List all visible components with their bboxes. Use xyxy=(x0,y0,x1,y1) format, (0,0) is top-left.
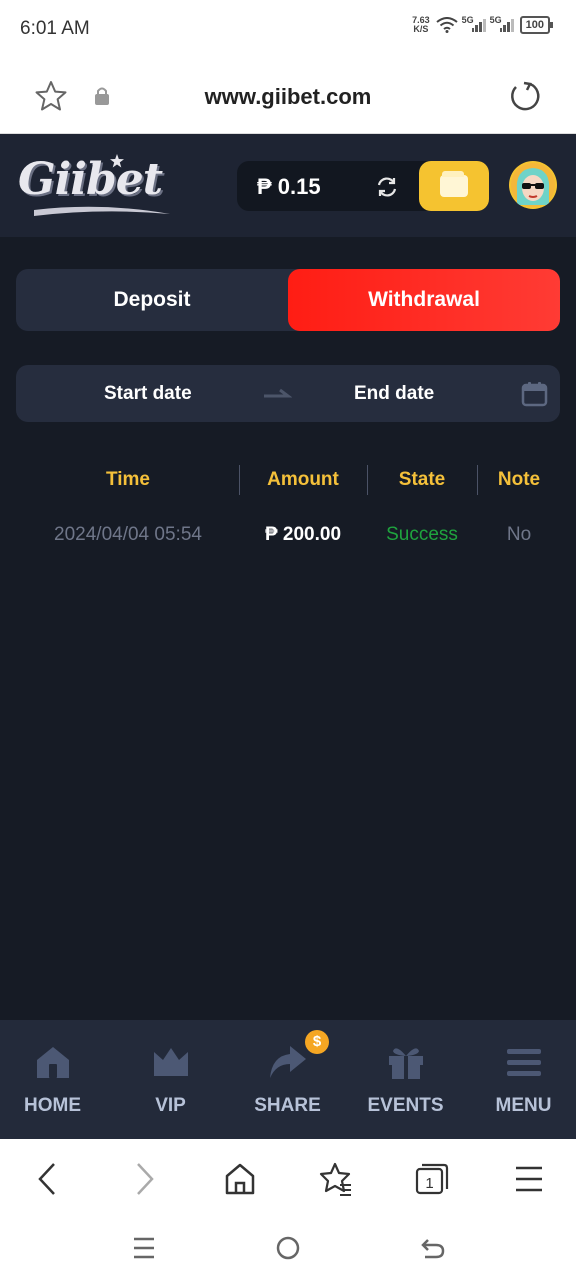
signal-icon-2: 5G xyxy=(489,15,514,32)
transaction-type-tabs: Deposit Withdrawal xyxy=(16,269,560,331)
share-icon xyxy=(270,1046,306,1078)
row-time: 2024/04/04 05:54 xyxy=(54,524,202,545)
home-icon[interactable] xyxy=(224,1161,256,1197)
row-amount: ₱ 200.00 xyxy=(264,524,342,545)
logo-star-icon xyxy=(110,154,124,168)
browser-url-bar: www.giibet.com xyxy=(0,58,576,134)
table-row: 2024/04/04 05:54 ₱ 200.00 Success No xyxy=(0,515,576,555)
date-range-picker: Start date End date xyxy=(16,365,560,422)
net-speed: 7.63 K/S xyxy=(412,16,430,34)
nav-label-share: SHARE xyxy=(254,1095,321,1116)
nav-item-vip[interactable]: VIP xyxy=(113,1020,228,1139)
gift-icon xyxy=(389,1048,423,1079)
home-button-icon[interactable] xyxy=(275,1235,301,1261)
nav-label-events: EVENTS xyxy=(367,1095,444,1116)
nav-label-menu: MENU xyxy=(495,1095,552,1116)
column-header-time: Time xyxy=(105,469,150,490)
menu-icon[interactable] xyxy=(514,1161,544,1197)
logo-swoosh xyxy=(34,206,170,216)
wallet-button[interactable] xyxy=(419,161,489,211)
signal-2-label: 5G xyxy=(489,15,502,25)
signal-1-label: 5G xyxy=(461,15,474,25)
net-speed-unit: K/S xyxy=(413,24,429,34)
site-header: Giibet ₱ 0.15 xyxy=(0,134,576,237)
nav-label-vip: VIP xyxy=(155,1095,186,1116)
recent-apps-icon[interactable] xyxy=(132,1235,156,1261)
avatar-image xyxy=(511,163,555,207)
table-header: Time Amount State Note xyxy=(0,462,576,498)
nav-label-home: HOME xyxy=(24,1095,81,1116)
balance-amount: ₱ 0.15 xyxy=(257,174,321,199)
system-back-icon[interactable] xyxy=(420,1235,446,1261)
back-icon[interactable] xyxy=(34,1161,60,1197)
arrow-right-icon xyxy=(264,388,292,398)
tab-withdrawal[interactable]: Withdrawal xyxy=(288,269,560,331)
column-header-amount: Amount xyxy=(267,469,339,490)
forward-icon[interactable] xyxy=(132,1161,158,1197)
end-date-field[interactable]: End date xyxy=(354,365,434,422)
status-time: 6:01 AM xyxy=(20,18,90,39)
nav-item-menu[interactable]: MENU xyxy=(466,1020,576,1139)
tabs-icon[interactable]: 1 xyxy=(414,1161,450,1197)
bottom-nav: HOME VIP SHARE EVENTS MENU xyxy=(0,1020,576,1139)
balance-box: ₱ 0.15 xyxy=(237,161,489,211)
column-divider xyxy=(367,465,368,495)
status-icons: 7.63 K/S 5G 5G 100 xyxy=(412,15,554,34)
wallet-icon xyxy=(440,171,468,197)
crown-icon xyxy=(154,1048,188,1076)
system-nav-bar xyxy=(0,1219,576,1280)
coin-badge: $ xyxy=(305,1030,329,1054)
nav-item-home[interactable]: HOME xyxy=(0,1020,110,1139)
calendar-icon[interactable] xyxy=(521,381,548,407)
refresh-balance-icon[interactable] xyxy=(375,175,399,199)
nav-item-events[interactable]: EVENTS xyxy=(348,1020,463,1139)
column-header-state: State xyxy=(398,469,446,490)
status-bar: 6:01 AM 7.63 K/S 5G 5G 100 xyxy=(0,0,576,58)
avatar[interactable] xyxy=(509,161,557,209)
url-text[interactable]: www.giibet.com xyxy=(0,84,576,110)
logo-text: Giibet xyxy=(18,154,163,205)
column-header-note: Note xyxy=(497,469,541,490)
tab-deposit[interactable]: Deposit xyxy=(16,269,288,331)
start-date-field[interactable]: Start date xyxy=(104,365,192,422)
home-icon xyxy=(37,1047,69,1078)
signal-icon-1: 5G xyxy=(461,15,486,32)
row-note: No xyxy=(506,524,532,545)
tab-count: 1 xyxy=(425,1175,433,1192)
column-divider xyxy=(477,465,478,495)
hamburger-icon xyxy=(507,1049,541,1076)
logo[interactable]: Giibet xyxy=(18,154,174,218)
row-state: Success xyxy=(386,524,458,545)
column-divider xyxy=(239,465,240,495)
reload-icon[interactable] xyxy=(508,79,542,113)
wifi-icon xyxy=(436,17,458,33)
bookmarks-icon[interactable] xyxy=(318,1161,354,1197)
browser-toolbar: 1 xyxy=(0,1139,576,1219)
battery-icon: 100 xyxy=(519,16,554,34)
